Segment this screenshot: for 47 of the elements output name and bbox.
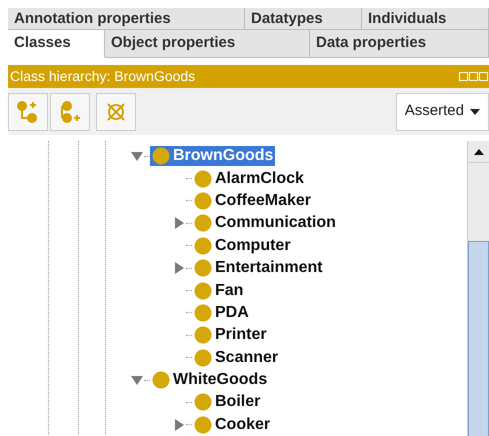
caret-icon — [470, 108, 480, 114]
class-circle-icon — [194, 393, 212, 412]
view-controls-icon — [459, 72, 489, 82]
view-select[interactable]: Asserted — [396, 92, 489, 130]
tree-item[interactable]: BrownGoods — [150, 146, 276, 166]
tree-item[interactable]: AlarmClock — [192, 168, 306, 189]
add-subclass-icon — [16, 100, 40, 124]
tab[interactable]: Individuals — [362, 8, 489, 30]
delete-class-button[interactable] — [96, 92, 136, 130]
scroll-up-icon — [474, 148, 484, 154]
class-circle-icon — [194, 214, 212, 232]
expand-arrow-icon[interactable] — [172, 216, 186, 230]
tree-item[interactable]: Fan — [192, 280, 246, 301]
tree-item[interactable]: Printer — [192, 325, 269, 346]
tree-item[interactable]: CoffeeMaker — [192, 190, 314, 211]
collapse-arrow-icon[interactable] — [130, 149, 144, 164]
class-circle-icon — [194, 170, 212, 188]
class-circle-icon — [194, 416, 212, 434]
add-subclass-button[interactable] — [8, 92, 48, 130]
tab[interactable]: Annotation properties — [8, 8, 245, 30]
tab[interactable]: Object properties — [105, 30, 310, 58]
tree-item[interactable]: WhiteGoods — [150, 370, 270, 390]
panel-title: Class hierarchy: BrownGoods — [10, 67, 196, 86]
tab[interactable]: Data properties — [310, 30, 489, 58]
class-circle-icon — [194, 304, 212, 322]
class-circle-icon — [194, 348, 212, 367]
expand-arrow-icon[interactable] — [172, 418, 186, 432]
tree-item[interactable]: Boiler — [192, 392, 262, 412]
tree-item[interactable]: Communication — [192, 213, 338, 234]
scrollbar[interactable] — [467, 141, 489, 436]
class-circle-icon — [152, 147, 170, 166]
class-circle-icon — [194, 259, 212, 278]
tree-item[interactable]: Computer — [192, 236, 293, 256]
tree-item[interactable]: PDA — [192, 302, 251, 323]
collapse-arrow-icon[interactable] — [130, 373, 144, 388]
class-circle-icon — [152, 371, 170, 390]
class-circle-icon — [194, 192, 212, 210]
add-sibling-button[interactable] — [50, 92, 90, 130]
tree-item[interactable]: Cooker — [192, 414, 272, 435]
tab[interactable]: Datatypes — [245, 8, 362, 30]
class-circle-icon — [194, 282, 212, 300]
add-sibling-icon — [58, 100, 82, 124]
tree-item[interactable]: Scanner — [192, 348, 280, 368]
class-circle-icon — [194, 326, 212, 344]
tree-item[interactable]: Entertainment — [192, 258, 325, 278]
class-circle-icon — [194, 236, 212, 255]
expand-arrow-icon[interactable] — [172, 261, 186, 276]
